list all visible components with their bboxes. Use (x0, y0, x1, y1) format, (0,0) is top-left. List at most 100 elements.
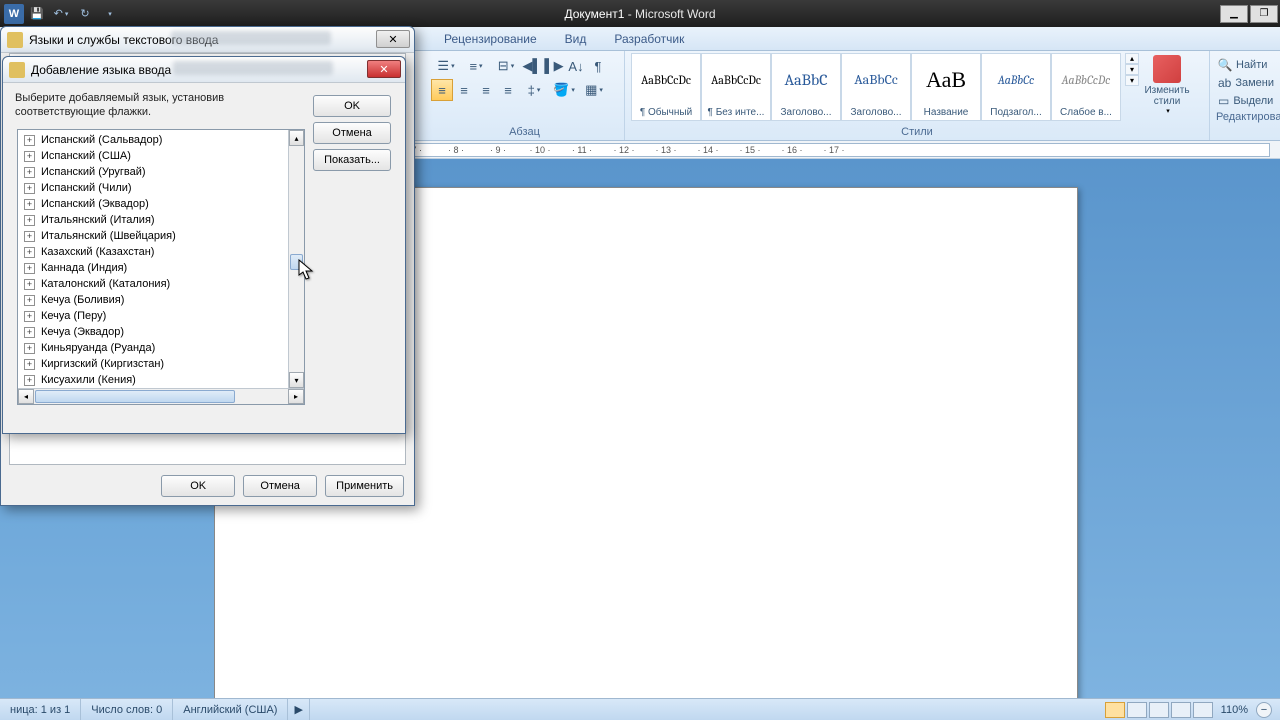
view-print-layout[interactable] (1105, 702, 1125, 718)
view-full-screen[interactable] (1127, 702, 1147, 718)
language-tree-item[interactable]: +Итальянский (Италия) (18, 212, 288, 228)
language-tree-item[interactable]: +Кисуахили (Кения) (18, 372, 288, 388)
style-item[interactable]: AaBbCcDcСлабое в... (1051, 53, 1121, 121)
scroll-up-button[interactable]: ▴ (289, 130, 304, 146)
text-services-apply-button[interactable]: Применить (325, 475, 404, 497)
tree-expand-icon[interactable]: + (24, 215, 35, 226)
tree-expand-icon[interactable]: + (24, 135, 35, 146)
add-language-cancel-button[interactable]: Отмена (313, 122, 391, 144)
replace-button[interactable]: abЗамени (1216, 75, 1274, 91)
style-item[interactable]: АаВНазвание (911, 53, 981, 121)
text-services-ok-button[interactable]: OK (161, 475, 235, 497)
view-draft[interactable] (1193, 702, 1213, 718)
status-word-count[interactable]: Число слов: 0 (81, 699, 173, 720)
language-tree-item[interactable]: +Кечуа (Боливия) (18, 292, 288, 308)
view-web-layout[interactable] (1149, 702, 1169, 718)
add-language-ok-button[interactable]: OK (313, 95, 391, 117)
zoom-level[interactable]: 110% (1215, 704, 1254, 716)
text-services-titlebar[interactable]: Языки и службы текстового ввода ✕ (1, 27, 414, 53)
decrease-indent-button[interactable]: ◀▌ (521, 55, 543, 77)
sort-button[interactable]: A↓ (565, 55, 587, 77)
tree-expand-icon[interactable]: + (24, 263, 35, 274)
tree-expand-icon[interactable]: + (24, 295, 35, 306)
add-language-close-button[interactable]: ✕ (367, 60, 401, 78)
increase-indent-button[interactable]: ▌▶ (543, 55, 565, 77)
show-marks-button[interactable]: ¶ (587, 55, 609, 77)
language-tree-item[interactable]: +Испанский (Эквадор) (18, 196, 288, 212)
tree-expand-icon[interactable]: + (24, 151, 35, 162)
styles-expand[interactable]: ▾ (1125, 75, 1139, 86)
language-tree-item[interactable]: +Каталонский (Каталония) (18, 276, 288, 292)
view-outline[interactable] (1171, 702, 1191, 718)
add-language-titlebar[interactable]: Добавление языка ввода ✕ (3, 57, 405, 83)
add-language-show-button[interactable]: Показать... (313, 149, 391, 171)
styles-scroll-up[interactable]: ▴ (1125, 53, 1139, 64)
scroll-right-button[interactable]: ▸ (288, 389, 304, 404)
qat-undo-icon[interactable]: ↶▾ (50, 4, 72, 24)
scroll-down-button[interactable]: ▾ (289, 372, 304, 388)
language-tree-item[interactable]: +Испанский (Чили) (18, 180, 288, 196)
tree-expand-icon[interactable]: + (24, 167, 35, 178)
language-tree-item[interactable]: +Кечуа (Перу) (18, 308, 288, 324)
style-item[interactable]: AaBbCЗаголово... (771, 53, 841, 121)
language-tree-item[interactable]: +Испанский (Сальвадор) (18, 132, 288, 148)
tree-expand-icon[interactable]: + (24, 343, 35, 354)
vscroll-thumb[interactable] (290, 254, 303, 270)
style-item[interactable]: AaBbCcDc¶ Без инте... (701, 53, 771, 121)
language-tree-item[interactable]: +Киргизский (Киргизстан) (18, 356, 288, 372)
tree-hscrollbar[interactable]: ◂ ▸ (18, 388, 304, 404)
status-page[interactable]: ница: 1 из 1 (0, 699, 81, 720)
scroll-left-button[interactable]: ◂ (18, 389, 34, 404)
align-right-button[interactable]: ≡ (475, 79, 497, 101)
justify-button[interactable]: ≡ (497, 79, 519, 101)
hscroll-thumb[interactable] (35, 390, 235, 403)
tree-expand-icon[interactable]: + (24, 311, 35, 322)
tab-view[interactable]: Вид (551, 29, 601, 49)
tree-expand-icon[interactable]: + (24, 375, 35, 386)
language-tree-item[interactable]: +Испанский (Уругвай) (18, 164, 288, 180)
qat-redo-icon[interactable]: ↻ (74, 4, 96, 24)
shading-button[interactable]: 🪣▾ (549, 79, 579, 101)
tree-expand-icon[interactable]: + (24, 359, 35, 370)
style-item[interactable]: AaBbCcПодзагол... (981, 53, 1051, 121)
numbering-button[interactable]: ≡▾ (461, 55, 491, 77)
align-center-button[interactable]: ≡ (453, 79, 475, 101)
language-tree-item[interactable]: +Киньяруанда (Руанда) (18, 340, 288, 356)
change-styles-button[interactable]: Изменить стили ▾ (1143, 53, 1191, 117)
minimize-button[interactable]: ▁ (1220, 5, 1248, 23)
maximize-button[interactable]: ❐ (1250, 5, 1278, 23)
qat-customize-icon[interactable]: ▾ (98, 4, 120, 24)
style-preview: AaBbCcDc (641, 54, 691, 105)
borders-button[interactable]: ▦▾ (579, 79, 609, 101)
tree-expand-icon[interactable]: + (24, 231, 35, 242)
tab-review[interactable]: Рецензирование (430, 29, 551, 49)
qat-save-icon[interactable]: 💾 (26, 4, 48, 24)
select-button[interactable]: ▭Выдели (1216, 93, 1274, 109)
style-item[interactable]: AaBbCcDc¶ Обычный (631, 53, 701, 121)
language-tree-item[interactable]: +Кечуа (Эквадор) (18, 324, 288, 340)
text-services-cancel-button[interactable]: Отмена (243, 475, 317, 497)
language-tree-item[interactable]: +Казахский (Казахстан) (18, 244, 288, 260)
line-spacing-button[interactable]: ‡▾ (519, 79, 549, 101)
find-button[interactable]: 🔍Найти (1216, 57, 1274, 73)
text-services-close-button[interactable]: ✕ (376, 30, 410, 48)
word-app-icon[interactable]: W (4, 4, 24, 24)
tab-developer[interactable]: Разработчик (600, 29, 698, 49)
zoom-out-button[interactable]: − (1256, 702, 1272, 718)
tree-expand-icon[interactable]: + (24, 247, 35, 258)
status-macro-icon[interactable]: ▶ (288, 699, 309, 720)
tree-expand-icon[interactable]: + (24, 279, 35, 290)
align-left-button[interactable]: ≡ (431, 79, 453, 101)
language-tree-item[interactable]: +Итальянский (Швейцария) (18, 228, 288, 244)
status-language[interactable]: Английский (США) (173, 699, 288, 720)
tree-expand-icon[interactable]: + (24, 183, 35, 194)
language-tree-item[interactable]: +Испанский (США) (18, 148, 288, 164)
styles-scroll-down[interactable]: ▾ (1125, 64, 1139, 75)
tree-expand-icon[interactable]: + (24, 199, 35, 210)
tree-vscrollbar[interactable]: ▴ ▾ (288, 130, 304, 388)
tree-expand-icon[interactable]: + (24, 327, 35, 338)
style-item[interactable]: AaBbCcЗаголово... (841, 53, 911, 121)
language-tree-item[interactable]: +Каннада (Индия) (18, 260, 288, 276)
multilevel-button[interactable]: ⊟▾ (491, 55, 521, 77)
bullets-button[interactable]: ☰▾ (431, 55, 461, 77)
